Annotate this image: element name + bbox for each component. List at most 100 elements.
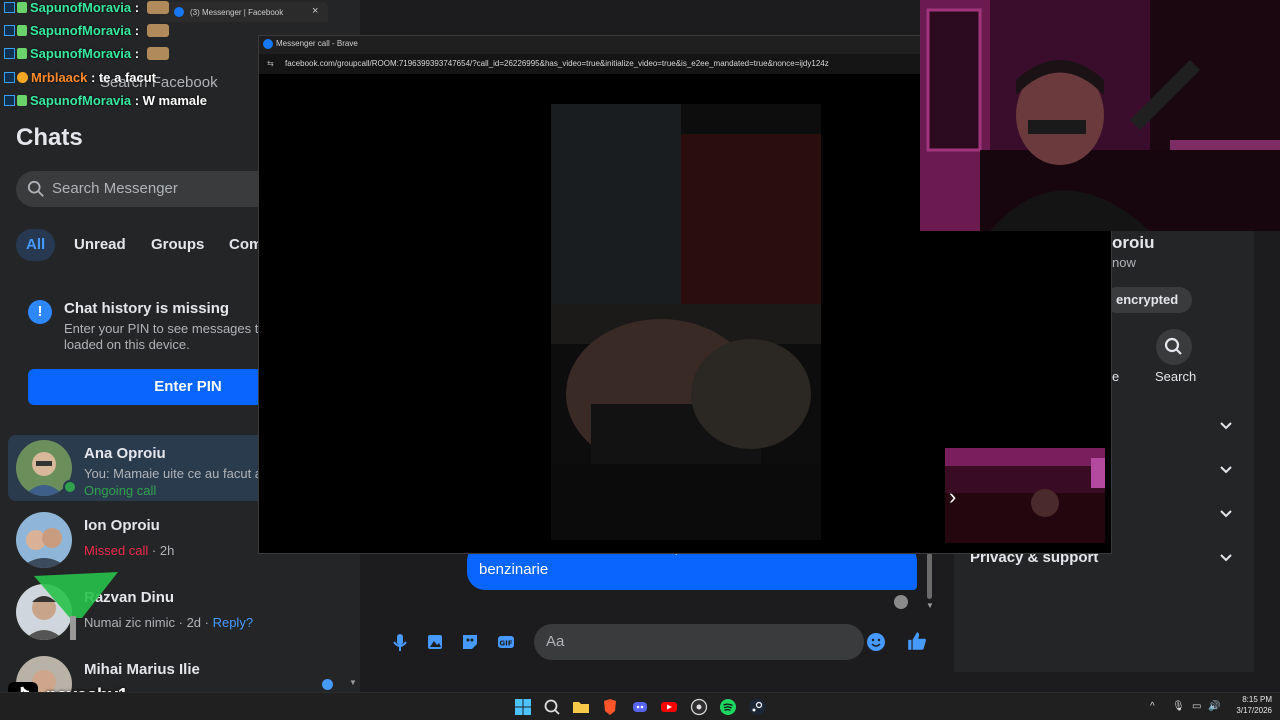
stream-overlay-decoration bbox=[34, 568, 118, 642]
volume-icon[interactable]: 🔊 bbox=[1208, 701, 1220, 712]
action-label-fragment: e bbox=[1112, 369, 1120, 384]
emote-icon bbox=[146, 24, 169, 37]
stream-chat-message: SapunofMoravia : bbox=[4, 23, 169, 38]
stream-chat-message: SapunofMoravia : W mamale bbox=[4, 93, 207, 108]
subscriber-badge-icon bbox=[17, 95, 27, 106]
broadcaster-badge-icon bbox=[4, 25, 15, 36]
chats-title: Chats bbox=[16, 124, 83, 151]
info-icon: ! bbox=[28, 300, 52, 324]
read-receipt-avatar bbox=[894, 595, 908, 609]
search-label: Search bbox=[1155, 369, 1197, 384]
chat-name: Ana Oproiu bbox=[84, 445, 166, 462]
clock-date: 3/17/2026 bbox=[1236, 706, 1272, 715]
message-line2: benzinarie bbox=[479, 561, 549, 578]
chat-info-header: oroiu now encrypted Search e bbox=[1104, 231, 1280, 391]
thumbs-up-icon[interactable] bbox=[906, 630, 928, 652]
missed-call-label: Missed call bbox=[84, 543, 149, 558]
conversation-scrollbar[interactable] bbox=[927, 553, 932, 599]
steam-icon[interactable] bbox=[747, 697, 767, 717]
chat-username: SapunofMoravia bbox=[30, 93, 132, 108]
obs-icon[interactable] bbox=[689, 697, 709, 717]
filter-groups[interactable]: Groups bbox=[141, 229, 214, 261]
brave-browser-icon[interactable] bbox=[600, 697, 620, 717]
streamer-webcam bbox=[920, 0, 1280, 231]
stream-chat-message: Mrblaack : te a facut bbox=[4, 70, 156, 85]
discord-icon[interactable] bbox=[630, 697, 650, 717]
system-clock[interactable]: 8:15 PM 3/17/2026 bbox=[1228, 694, 1272, 716]
chevron-down-icon[interactable] bbox=[1218, 418, 1234, 434]
chat-message-text: : W mamale bbox=[131, 93, 207, 108]
unread-dot bbox=[322, 679, 333, 690]
reply-link[interactable]: Reply? bbox=[213, 615, 253, 630]
broadcaster-badge-icon bbox=[4, 72, 15, 83]
file-explorer-icon[interactable] bbox=[571, 697, 591, 717]
chevron-down-icon[interactable] bbox=[1218, 550, 1234, 566]
network-icon[interactable]: ▭ bbox=[1192, 701, 1201, 712]
search-in-chat-button[interactable] bbox=[1156, 329, 1192, 365]
contact-status-fragment: now bbox=[1112, 255, 1136, 270]
message-input[interactable]: Aa bbox=[534, 624, 864, 660]
search-icon bbox=[1164, 337, 1182, 355]
notice-body: Enter your PIN to see messages th loaded… bbox=[64, 321, 284, 353]
stream-chat-message: SapunofMoravia : bbox=[4, 46, 169, 61]
notice-title: Chat history is missing bbox=[64, 300, 230, 317]
filter-unread[interactable]: Unread bbox=[64, 229, 136, 261]
tray-overflow-icon[interactable]: ^ bbox=[1150, 701, 1155, 712]
sticker-icon[interactable] bbox=[460, 632, 480, 652]
youtube-icon[interactable] bbox=[659, 697, 679, 717]
browser-tab-messenger[interactable]: (3) Messenger | Facebook × bbox=[160, 2, 328, 22]
windows-start-icon[interactable] bbox=[513, 697, 533, 717]
filter-all[interactable]: All bbox=[16, 229, 56, 261]
microphone-tray-icon[interactable]: 🎙 bbox=[1172, 701, 1185, 712]
encrypted-badge: encrypted bbox=[1104, 287, 1192, 313]
chat-message-text: : bbox=[131, 23, 140, 38]
url-text: facebook.com/groupcall/ROOM:719639939374… bbox=[285, 59, 829, 68]
facebook-icon bbox=[263, 39, 273, 49]
facebook-icon bbox=[174, 7, 184, 17]
subscriber-badge-icon bbox=[17, 48, 27, 59]
broadcaster-badge-icon bbox=[4, 48, 15, 59]
notice-body-line1: Enter your PIN to see messages th bbox=[64, 321, 266, 336]
broadcaster-badge-icon bbox=[4, 2, 15, 13]
contact-name-fragment: oroiu bbox=[1112, 233, 1155, 252]
clock-time: 8:15 PM bbox=[1242, 695, 1272, 704]
remote-video-feed bbox=[551, 104, 821, 540]
microphone-icon[interactable] bbox=[390, 632, 410, 652]
self-video-preview[interactable] bbox=[945, 448, 1105, 543]
window-title: Messenger call - Brave bbox=[276, 39, 358, 48]
search-icon[interactable] bbox=[542, 697, 562, 717]
chat-username: SapunofMoravia bbox=[30, 0, 132, 15]
chevron-down-icon[interactable] bbox=[1218, 506, 1234, 522]
chat-preview: You: Mamaie uite ce au facut a bbox=[84, 466, 263, 481]
ongoing-call-status: Ongoing call bbox=[84, 483, 157, 498]
chat-username: Mrblaack bbox=[31, 70, 88, 85]
chevron-down-icon[interactable] bbox=[1218, 462, 1234, 478]
scroll-down-arrow[interactable]: ▼ bbox=[349, 678, 357, 687]
chat-message-text: : bbox=[131, 46, 140, 61]
chat-name: Ion Oproiu bbox=[84, 517, 160, 534]
close-tab-icon[interactable]: × bbox=[312, 5, 318, 17]
svg-text:GIF: GIF bbox=[499, 640, 512, 648]
bits-badge-icon bbox=[17, 72, 28, 83]
emote-icon bbox=[146, 47, 169, 60]
next-participant-arrow[interactable]: › bbox=[949, 484, 956, 510]
gif-icon[interactable]: GIF bbox=[496, 632, 516, 652]
photo-icon[interactable] bbox=[425, 632, 445, 652]
online-indicator bbox=[63, 480, 77, 494]
chat-username: SapunofMoravia bbox=[30, 23, 132, 38]
avatar bbox=[16, 512, 72, 568]
emoji-icon[interactable] bbox=[866, 632, 886, 652]
notice-body-line2: loaded on this device. bbox=[64, 337, 190, 352]
chat-username: SapunofMoravia bbox=[30, 46, 132, 61]
message-composer: GIF Aa bbox=[376, 620, 938, 664]
site-info-icon[interactable]: ⇆ bbox=[267, 59, 274, 68]
emote-icon bbox=[146, 1, 169, 14]
broadcaster-badge-icon bbox=[4, 95, 15, 106]
chat-name: Mihai Marius Ilie bbox=[84, 661, 200, 678]
chat-message-text: : te a facut bbox=[87, 70, 156, 85]
search-placeholder: Search Messenger bbox=[52, 180, 178, 197]
stream-chat-message: SapunofMoravia : bbox=[4, 0, 169, 15]
chat-preview: Missed call · 2h bbox=[84, 543, 174, 558]
scroll-down-arrow[interactable]: ▼ bbox=[926, 601, 934, 610]
spotify-icon[interactable] bbox=[718, 697, 738, 717]
